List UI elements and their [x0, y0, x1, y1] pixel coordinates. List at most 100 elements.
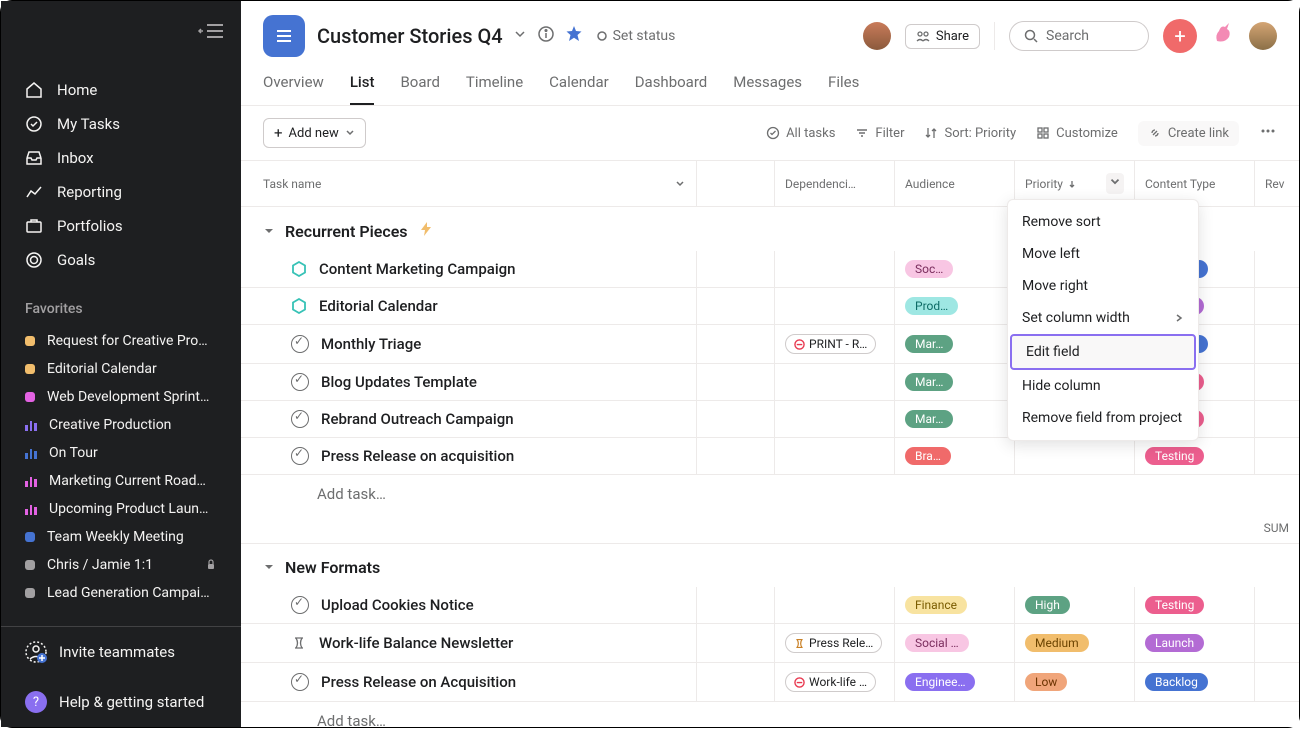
content-type-pill[interactable]: Testing — [1145, 447, 1204, 465]
filter-button[interactable]: Filter — [855, 126, 904, 141]
sidebar-collapse-icon[interactable] — [197, 22, 225, 44]
invite-teammates[interactable]: Invite teammates — [1, 626, 241, 677]
set-status-button[interactable]: Set status — [597, 28, 676, 44]
favorites-header: Favorites — [1, 285, 241, 327]
title-chevron-icon[interactable] — [513, 27, 527, 45]
column-priority[interactable]: Priority Remove sortMove leftMove rightS… — [1015, 161, 1135, 206]
sidebar-favorite-item[interactable]: Web Development Sprint… — [1, 383, 241, 411]
sidebar-favorite-item[interactable]: Chris / Jamie 1:1 — [1, 551, 241, 579]
bolt-icon — [418, 221, 434, 241]
audience-pill[interactable]: Finance — [905, 596, 967, 614]
section-chevron-icon[interactable] — [263, 222, 275, 241]
sidebar-favorite-item[interactable]: Marketing Current Road… — [1, 467, 241, 495]
priority-pill[interactable]: High — [1025, 596, 1070, 614]
sidebar-favorite-item[interactable]: On Tour — [1, 439, 241, 467]
audience-pill[interactable]: Mar… — [905, 335, 953, 353]
nav-inbox[interactable]: Inbox — [1, 141, 241, 175]
sort-button[interactable]: Sort: Priority — [924, 126, 1016, 141]
help-getting-started[interactable]: ? Help & getting started — [1, 677, 241, 727]
customize-button[interactable]: Customize — [1036, 126, 1118, 141]
check-icon[interactable] — [291, 373, 309, 391]
search-input[interactable]: Search — [1009, 21, 1149, 51]
nav-home[interactable]: Home — [1, 73, 241, 107]
dependency-pill[interactable]: PRINT - R… — [785, 334, 876, 354]
add-task-button[interactable]: Add task… — [241, 475, 1299, 513]
tab-list[interactable]: List — [350, 73, 375, 105]
column-dependencies[interactable]: Dependenci… — [775, 161, 895, 206]
dropdown-item[interactable]: Remove sort — [1008, 206, 1198, 238]
column-audience[interactable]: Audience — [895, 161, 1015, 206]
task-row[interactable]: Upload Cookies Notice Finance High Testi… — [241, 587, 1299, 624]
content-type-pill[interactable]: Launch — [1145, 634, 1204, 652]
dropdown-item[interactable]: Hide column — [1008, 370, 1198, 402]
tab-calendar[interactable]: Calendar — [549, 73, 609, 105]
task-name: Upload Cookies Notice — [321, 596, 474, 614]
tab-overview[interactable]: Overview — [263, 73, 324, 105]
audience-pill[interactable]: Soc… — [905, 260, 953, 278]
dropdown-item[interactable]: Remove field from project — [1008, 402, 1198, 434]
info-icon[interactable] — [537, 25, 555, 47]
task-row[interactable]: Press Release on acquisition Bra… Testin… — [241, 438, 1299, 475]
global-add-button[interactable]: + — [1163, 19, 1197, 53]
column-task-name[interactable]: Task name — [241, 161, 697, 206]
nav-portfolios[interactable]: Portfolios — [1, 209, 241, 243]
content-type-pill[interactable]: Testing — [1145, 596, 1204, 614]
section-header[interactable]: New Formats — [241, 544, 1299, 587]
content-type-pill[interactable]: Backlog — [1145, 673, 1208, 691]
lock-icon — [205, 559, 217, 571]
priority-pill[interactable]: Low — [1025, 673, 1067, 691]
sidebar-favorite-item[interactable]: Creative Production — [1, 411, 241, 439]
nav-goals[interactable]: Goals — [1, 243, 241, 277]
task-row[interactable]: Press Release on Acquisition Work-life …… — [241, 663, 1299, 702]
add-task-button[interactable]: Add task… — [241, 702, 1299, 740]
more-icon[interactable] — [1259, 122, 1277, 144]
task-name: Work-life Balance Newsletter — [319, 634, 513, 652]
add-new-button[interactable]: +Add new — [263, 118, 366, 148]
sidebar-favorite-item[interactable]: Request for Creative Pro… — [1, 327, 241, 355]
dependency-pill[interactable]: Press Rele… — [785, 633, 882, 653]
chevron-right-icon — [1174, 313, 1184, 323]
section-chevron-icon[interactable] — [263, 558, 275, 577]
audience-pill[interactable]: Bra… — [905, 447, 951, 465]
audience-pill[interactable]: Enginee… — [905, 673, 975, 691]
check-icon[interactable] — [291, 410, 309, 428]
tab-files[interactable]: Files — [828, 73, 859, 105]
sidebar-favorite-item[interactable]: Team Weekly Meeting — [1, 523, 241, 551]
tab-board[interactable]: Board — [400, 73, 439, 105]
sidebar-favorite-item[interactable]: Lead Generation Campai… — [1, 579, 241, 607]
dropdown-item[interactable]: Set column width — [1008, 302, 1198, 334]
user-avatar[interactable] — [1249, 22, 1277, 50]
check-icon[interactable] — [291, 335, 309, 353]
unicorn-icon[interactable] — [1211, 21, 1235, 51]
create-link-button[interactable]: Create link — [1138, 121, 1239, 146]
audience-pill[interactable]: Mar… — [905, 373, 953, 391]
dependency-pill[interactable]: Work-life … — [785, 672, 876, 692]
project-tabs: Overview List Board Timeline Calendar Dashboa… — [263, 73, 1277, 105]
nav-mytasks[interactable]: My Tasks — [1, 107, 241, 141]
check-icon[interactable] — [291, 447, 309, 465]
dropdown-item[interactable]: Move right — [1008, 270, 1198, 302]
tab-timeline[interactable]: Timeline — [466, 73, 523, 105]
sidebar-favorite-item[interactable]: Editorial Calendar — [1, 355, 241, 383]
star-icon[interactable] — [565, 25, 583, 47]
check-icon[interactable] — [291, 673, 309, 691]
dropdown-item[interactable]: Move left — [1008, 238, 1198, 270]
sidebar-favorite-item[interactable]: Upcoming Product Laun… — [1, 495, 241, 523]
column-rev[interactable]: Rev — [1255, 161, 1299, 206]
priority-pill[interactable]: Medium — [1025, 634, 1089, 652]
all-tasks-button[interactable]: All tasks — [766, 126, 835, 141]
column-menu-icon[interactable] — [1106, 173, 1124, 194]
check-icon[interactable] — [291, 596, 309, 614]
audience-pill[interactable]: Prod… — [905, 297, 958, 315]
audience-pill[interactable]: Mar… — [905, 410, 953, 428]
share-button[interactable]: Share — [905, 24, 980, 49]
audience-pill[interactable]: Social … — [905, 634, 969, 652]
tab-dashboard[interactable]: Dashboard — [635, 73, 708, 105]
task-name: Blog Updates Template — [321, 373, 477, 391]
nav-reporting[interactable]: Reporting — [1, 175, 241, 209]
dropdown-item[interactable]: Edit field — [1010, 334, 1196, 370]
tab-messages[interactable]: Messages — [733, 73, 802, 105]
task-row[interactable]: Work-life Balance Newsletter Press Rele…… — [241, 624, 1299, 663]
member-avatar[interactable] — [863, 22, 891, 50]
column-dropdown: Remove sortMove leftMove rightSet column… — [1007, 199, 1199, 441]
